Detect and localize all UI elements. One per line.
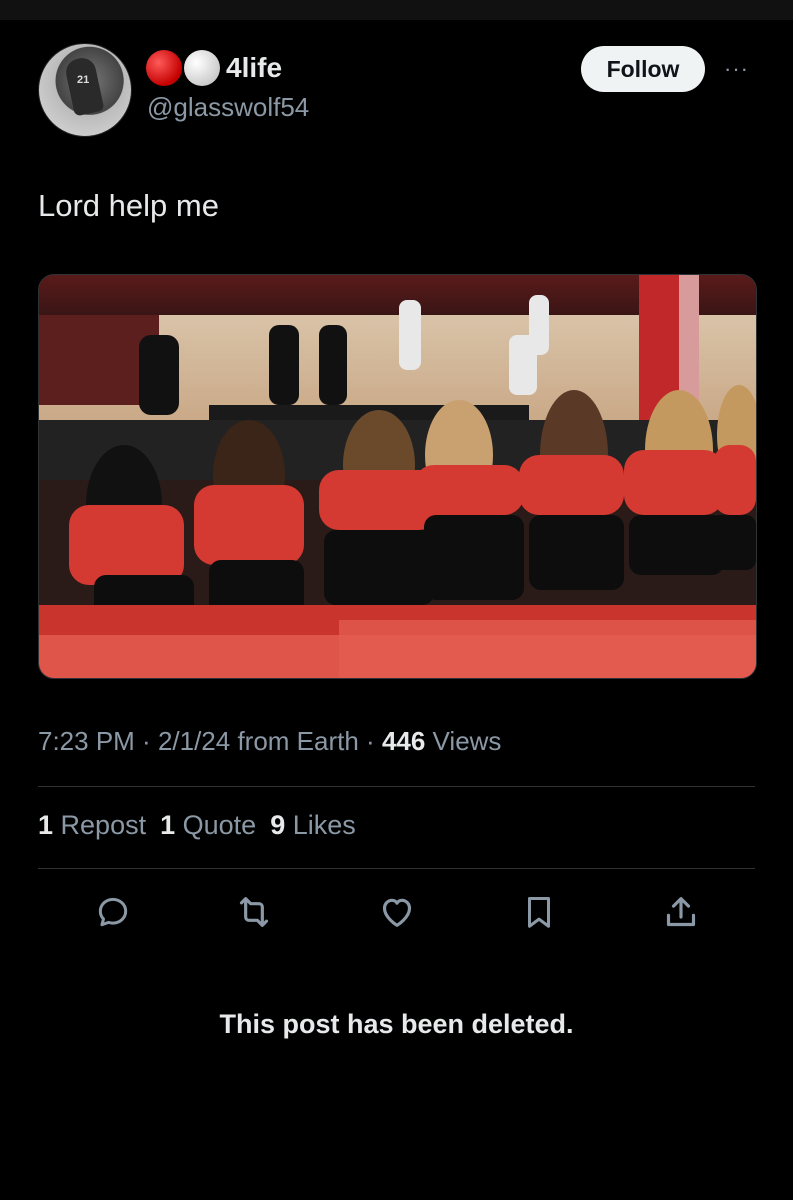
photo-basketball-arena-icon <box>39 275 756 678</box>
reply-icon <box>98 897 128 927</box>
post-time: 7:23 PM <box>38 726 135 756</box>
share-button[interactable] <box>659 890 703 934</box>
likes-count: 9 <box>270 810 286 840</box>
bookmark-icon <box>527 897 551 928</box>
tweet-text: Lord help me <box>38 188 219 223</box>
status-bar <box>0 0 793 20</box>
divider <box>38 786 755 787</box>
follow-button[interactable]: Follow <box>581 46 705 92</box>
avatar[interactable]: 21 <box>38 43 132 137</box>
display-name[interactable]: 4life <box>226 52 282 84</box>
tweet-image[interactable] <box>38 274 757 679</box>
meta-separator: · <box>358 726 382 756</box>
action-bar <box>0 890 793 936</box>
repost-icon <box>239 897 269 927</box>
reposts-stat[interactable]: 1 Repost <box>38 810 146 840</box>
red-circle-emoji-icon <box>146 50 182 86</box>
meta-separator: · <box>134 726 158 756</box>
user-handle[interactable]: @glasswolf54 <box>147 92 309 123</box>
reposts-label: Repost <box>53 810 147 840</box>
deleted-post-notice: This post has been deleted. <box>219 1009 574 1039</box>
display-name-row[interactable]: 4life <box>146 50 282 86</box>
white-circle-emoji-icon <box>184 50 220 86</box>
avatar-figure <box>63 55 105 117</box>
more-options-icon[interactable]: ··· <box>724 56 749 82</box>
repost-button[interactable] <box>232 890 276 934</box>
likes-stat[interactable]: 9 Likes <box>270 810 356 840</box>
reposts-count: 1 <box>38 810 54 840</box>
reply-button[interactable] <box>91 890 135 934</box>
share-icon <box>666 897 696 927</box>
quotes-label: Quote <box>175 810 257 840</box>
like-button[interactable] <box>375 890 419 934</box>
quotes-stat[interactable]: 1 Quote <box>160 810 256 840</box>
divider <box>38 868 755 869</box>
views-count: 446 <box>381 726 426 756</box>
engagement-stats: 1 Repost 1 Quote 9 Likes <box>38 810 356 841</box>
post-source: from Earth <box>230 726 359 756</box>
views-label: Views <box>425 726 502 756</box>
post-date: 2/1/24 <box>157 726 231 756</box>
like-icon <box>382 898 412 927</box>
likes-label: Likes <box>285 810 356 840</box>
bookmark-button[interactable] <box>517 890 561 934</box>
quotes-count: 1 <box>160 810 176 840</box>
post-meta: 7:23 PM · 2/1/24 from Earth · 446 Views <box>38 726 501 757</box>
avatar-jersey-number: 21 <box>77 74 90 86</box>
